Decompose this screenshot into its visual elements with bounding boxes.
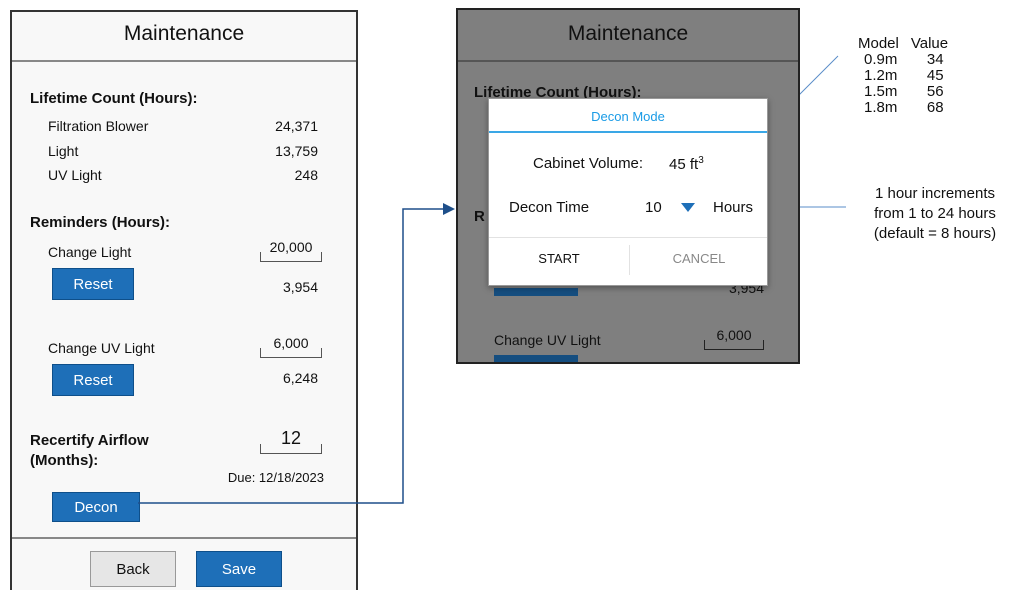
decon-time-value[interactable]: 10 — [645, 199, 662, 216]
decon-connector-line — [138, 208, 448, 504]
decon-time-unit: Hours — [713, 199, 754, 216]
table-cell: 45 — [926, 67, 944, 84]
page-title-dimmed: Maintenance — [567, 22, 689, 45]
table-cell: 0.9m — [864, 51, 898, 68]
cabinet-volume-unit-sup: 3 — [698, 155, 704, 166]
increments-note-line: (default = 8 hours) — [873, 225, 997, 242]
cancel-button[interactable]: CANCEL — [629, 251, 769, 266]
change-uv-setting-dimmed: 6,000 — [716, 327, 752, 343]
reset-button-dimmed-2 — [494, 355, 578, 362]
table-cell: 1.5m — [864, 83, 898, 100]
table-cell: 1.8m — [864, 99, 898, 116]
reminders-header-dimmed: R — [474, 208, 485, 225]
triangle-down-icon[interactable] — [681, 203, 695, 213]
model-value-table: Model Value 0.9m 34 1.2m 45 1.5m 56 1.8m… — [858, 36, 960, 116]
table-cell: 1.2m — [864, 67, 898, 84]
cabinet-volume-label: Cabinet Volume: — [533, 155, 644, 172]
cabinet-volume-number: 45 ft — [669, 156, 699, 173]
dialog-title: Decon Mode — [591, 109, 665, 124]
reset-button-dimmed — [494, 288, 578, 296]
change-uv-label-dimmed: Change UV Light — [494, 332, 601, 348]
decon-time-label: Decon Time — [509, 199, 590, 216]
dialog-footer-divider — [489, 237, 767, 238]
increments-note-line: from 1 to 24 hours — [874, 205, 996, 222]
decon-mode-dialog: Decon Mode Cabinet Volume: 45 ft3 Decon … — [488, 98, 768, 286]
table-header-model: Model — [858, 35, 899, 52]
divider — [458, 60, 798, 62]
table-cell: 68 — [926, 99, 944, 116]
table-header-value: Value — [910, 35, 949, 52]
arrowhead-icon — [443, 203, 455, 215]
table-cell: 34 — [926, 51, 944, 68]
increments-note-line: 1 hour increments — [874, 185, 996, 202]
dialog-title-divider — [489, 131, 767, 133]
table-cell: 56 — [926, 83, 944, 100]
increments-note: 1 hour increments from 1 to 24 hours (de… — [850, 184, 1020, 244]
start-button[interactable]: START — [489, 251, 629, 266]
cabinet-volume-value: 45 ft3 — [669, 155, 704, 173]
change-uv-field-dimmed: 6,000 — [704, 327, 764, 350]
